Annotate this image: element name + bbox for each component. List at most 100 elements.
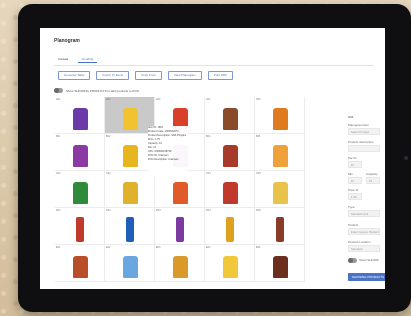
field-label-product: Product — [348, 223, 359, 227]
show-products-toggle-row: Show SHOWING PRODUCTS to add products to… — [54, 88, 139, 93]
product-image — [123, 145, 138, 167]
product-image — [173, 256, 188, 278]
planogram-cell[interactable]: A04 — [205, 97, 255, 134]
import-excel-button[interactable]: Import To Excel — [96, 71, 130, 80]
product-image — [223, 145, 238, 167]
product-image — [73, 108, 88, 130]
planogram-cell[interactable]: E05 — [255, 245, 305, 282]
planogram-cell[interactable]: E01 — [55, 245, 105, 282]
product-image — [223, 108, 238, 130]
planogram-cell[interactable]: D04 — [205, 208, 255, 245]
cell-label: A03 — [156, 98, 161, 101]
tablet-screen: Planogram Canvas Pending Generate Table … — [40, 28, 385, 289]
planogram-cell[interactable]: D03 — [155, 208, 205, 245]
planogram-cell[interactable]: A01 — [55, 97, 105, 134]
planogram-cell[interactable]: A05 — [255, 97, 305, 134]
price-id-field[interactable]: 1.96 — [348, 193, 362, 200]
cell-label: E05 — [256, 246, 261, 249]
cell-label: D01 — [56, 209, 61, 212]
toolbar: Generate Table Import To Excel Copy From… — [58, 71, 233, 80]
cell-label: E01 — [56, 246, 61, 249]
product-image — [226, 217, 234, 242]
tab-pending[interactable]: Pending — [78, 55, 98, 63]
cell-label: D02 — [106, 209, 111, 212]
planogram-cell[interactable]: C05 — [255, 171, 305, 208]
planogram-cell[interactable]: D02 — [105, 208, 155, 245]
product-location-field[interactable]: Standard — [348, 245, 380, 252]
par-id-field[interactable]: 10 — [348, 161, 362, 168]
product-image — [273, 108, 288, 130]
showing-products-button[interactable]: SHOWING PRODUCTS — [348, 273, 385, 281]
cell-label: E03 — [156, 246, 161, 249]
cell-label: B02 — [106, 135, 111, 138]
toggle-switch[interactable] — [54, 88, 63, 93]
field-label-par-id: Par ID — [348, 156, 357, 160]
product-image — [273, 145, 288, 167]
tabs: Canvas Pending — [54, 55, 98, 63]
planogram-cell[interactable]: C02 — [105, 171, 155, 208]
field-label-price-id: Price Id — [348, 188, 359, 192]
cell-label: C04 — [206, 172, 211, 175]
product-image — [126, 217, 134, 242]
cell-label: C01 — [56, 172, 61, 175]
product-image — [123, 182, 138, 204]
panel-banner-text: Show SHOWING PRODUCTS to add products to… — [359, 258, 379, 262]
cell-label: E02 — [106, 246, 111, 249]
product-image — [223, 256, 238, 278]
product-image — [123, 256, 138, 278]
copy-from-button[interactable]: Copy From — [135, 71, 162, 80]
cell-label: B04 — [206, 135, 211, 138]
product-image — [73, 256, 88, 278]
cell-label: B01 — [56, 135, 61, 138]
field-label-product-description: Product description — [348, 140, 374, 144]
page-title: Planogram — [54, 38, 80, 44]
tab-underline — [54, 65, 374, 66]
product-image — [73, 145, 88, 167]
product-image — [276, 217, 284, 242]
product-image — [176, 217, 184, 242]
cell-label: B05 — [256, 135, 261, 138]
banner-text: Show SHOWING PRODUCTS to add products to… — [66, 88, 140, 93]
field-label-product-location: Product Location — [348, 240, 371, 244]
camera-dot — [404, 156, 408, 160]
product-field[interactable]: Enter Custom Product — [348, 228, 380, 235]
planogram-cell[interactable]: E03 — [155, 245, 205, 282]
planogram-cell[interactable]: B04 — [205, 134, 255, 171]
planogram-cell[interactable]: C04 — [205, 171, 255, 208]
properties-panel: A01 Planogram Item Select Product Produc… — [304, 93, 380, 283]
cell-label: E04 — [206, 246, 211, 249]
cell-label: D03 — [156, 209, 161, 212]
planogram-cell[interactable]: E02 — [105, 245, 155, 282]
planogram-cell[interactable]: E04 — [205, 245, 255, 282]
cell-label: C05 — [256, 172, 261, 175]
field-label-capacity: Capacity — [366, 172, 378, 176]
tab-canvas[interactable]: Canvas — [54, 55, 72, 63]
product-image — [273, 182, 288, 204]
generate-table-button[interactable]: Generate Table — [58, 71, 91, 80]
field-label-min: Min — [348, 172, 353, 176]
tooltip-line: POG Description: Unknown — [148, 158, 179, 161]
product-image — [73, 182, 88, 204]
print-pdf-button[interactable]: Print PDF — [207, 71, 233, 80]
planogram-cell[interactable]: B05 — [255, 134, 305, 171]
panel-header: A01 — [348, 115, 354, 119]
product-image — [123, 108, 138, 130]
type-field[interactable]: Standard Coil — [348, 210, 380, 217]
capacity-field[interactable]: 16 — [366, 177, 380, 184]
planogram-cell[interactable]: D01 — [55, 208, 105, 245]
view-planogram-button[interactable]: View Planogram — [167, 71, 202, 80]
product-image — [76, 217, 84, 242]
planogram-cell[interactable]: C03 — [155, 171, 205, 208]
planogram-cell[interactable]: D05 — [255, 208, 305, 245]
field-label-planogram-item: Planogram Item — [348, 123, 370, 127]
panel-toggle-switch[interactable] — [348, 258, 357, 263]
product-description-field[interactable] — [348, 145, 380, 152]
min-field[interactable]: 10 — [348, 177, 362, 184]
cell-label: A05 — [256, 98, 261, 101]
planogram-cell[interactable]: C01 — [55, 171, 105, 208]
planogram-cell[interactable]: B01 — [55, 134, 105, 171]
cell-label: D04 — [206, 209, 211, 212]
product-tooltip: Item ID: 1851 Product Code: 2000032972 P… — [148, 126, 188, 176]
cell-label: C02 — [106, 172, 111, 175]
planogram-item-field[interactable]: Select Product — [348, 128, 380, 135]
